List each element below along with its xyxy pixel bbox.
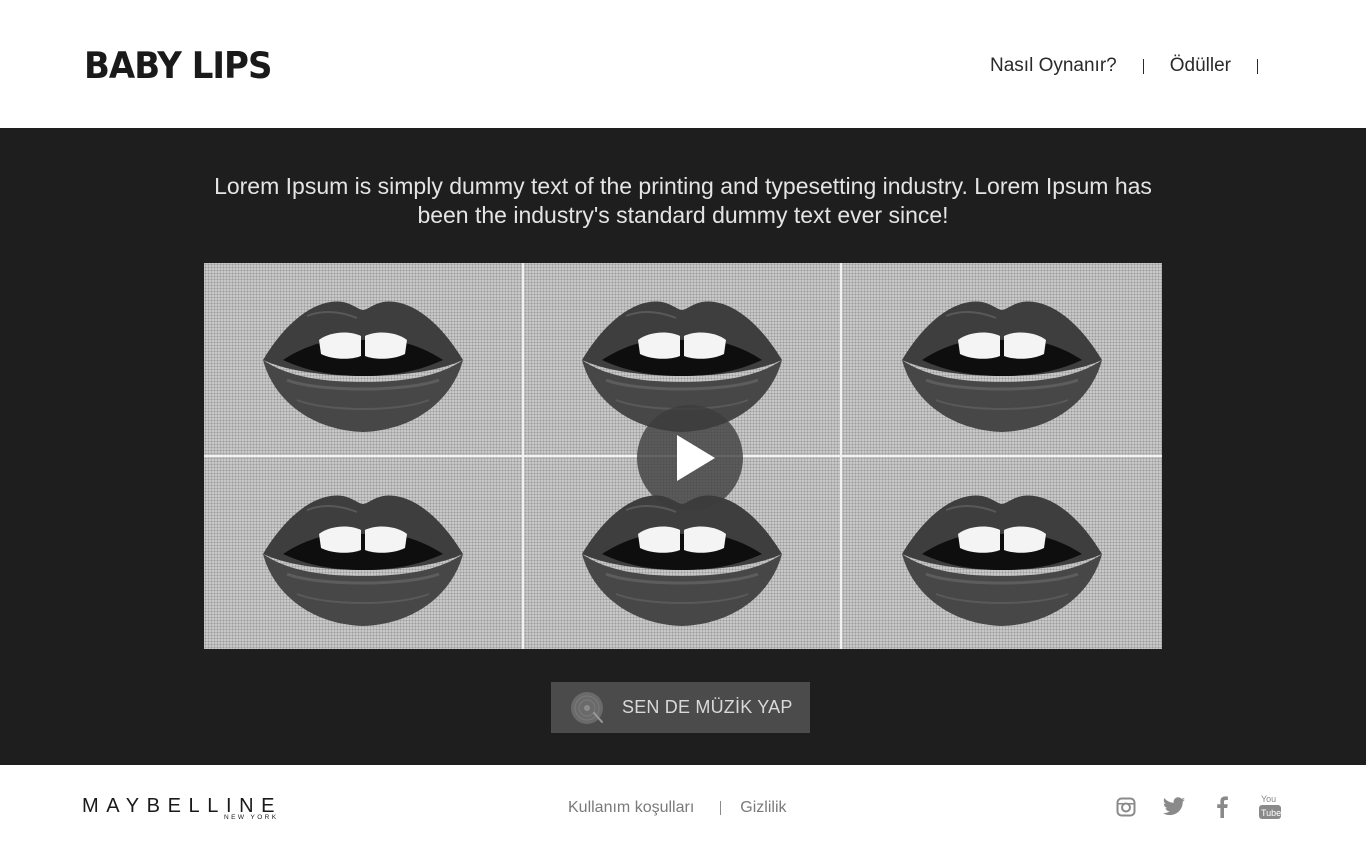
footer-links: Kullanım koşulları Gizlilik [568,799,787,817]
lips-tile [204,263,522,455]
intro-text: Lorem Ipsum is simply dummy text of the … [214,173,1152,228]
nav-divider [1257,58,1258,74]
social-links: You Tube [1090,793,1282,821]
baby-lips-logo[interactable]: BABY LIPS [84,44,272,87]
svg-text:You: You [1261,794,1276,804]
make-music-button[interactable]: SEN DE MÜZİK YAP [551,682,810,733]
make-music-label: SEN DE MÜZİK YAP [622,697,793,717]
lips-tile [842,263,1162,455]
youtube-icon[interactable]: You Tube [1258,793,1282,821]
site-header: BABY LIPS Nasıl Oynanır? Ödüller [0,0,1366,128]
brand-subtitle: NEW YORK [224,814,279,821]
lips-tile [204,457,522,649]
nav-link-how-to-play[interactable]: Nasıl Oynanır? [990,55,1117,77]
instagram-icon[interactable] [1114,793,1138,821]
play-icon[interactable] [637,405,743,511]
vinyl-disc-icon [571,691,603,724]
footer-divider [720,801,722,815]
maybelline-logo[interactable]: MAYBELLINE NEW YORK [82,795,304,821]
svg-text:Tube: Tube [1261,808,1281,818]
video-player[interactable] [204,263,1162,649]
lips-image [263,301,463,432]
facebook-icon[interactable] [1210,793,1234,821]
nav-divider [1142,58,1144,74]
hero-section: Lorem Ipsum is simply dummy text of the … [0,128,1366,765]
site-footer: MAYBELLINE NEW YORK Kullanım koşulları G… [0,765,1366,868]
twitter-icon[interactable] [1162,793,1186,821]
nav-link-prizes[interactable]: Ödüller [1170,55,1231,77]
top-nav: Nasıl Oynanır? Ödüller [990,55,1284,77]
lips-image [902,301,1102,432]
privacy-link[interactable]: Gizlilik [740,799,786,817]
terms-link[interactable]: Kullanım koşulları [568,799,694,817]
lips-image [263,495,463,626]
lips-tile [842,457,1162,649]
lips-image [902,495,1102,626]
